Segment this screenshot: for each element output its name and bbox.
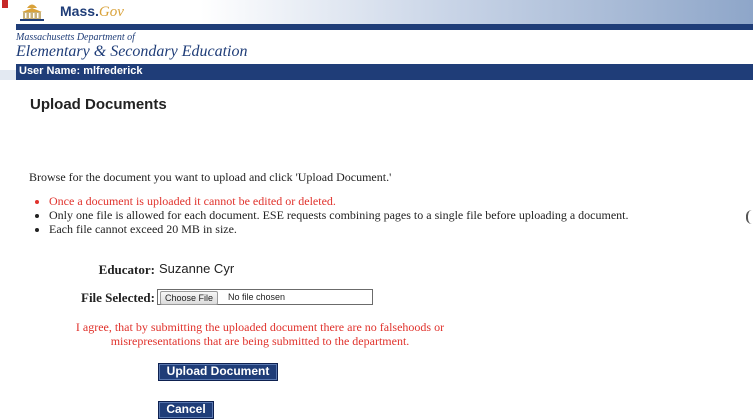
- user-name-label: User Name: mlfrederick: [19, 65, 143, 77]
- upload-document-button[interactable]: Upload Document: [158, 363, 278, 381]
- right-edge-fragment: [746, 210, 753, 224]
- department-banner: Massachusetts Department of Elementary &…: [16, 30, 753, 64]
- dept-name-line2: Elementary & Secondary Education: [16, 43, 248, 60]
- mass-gov-logo[interactable]: Mass.Gov: [60, 3, 124, 21]
- site-header: Mass.Gov: [16, 0, 753, 30]
- upload-notes-list: Once a document is uploaded it cannot be…: [34, 194, 629, 236]
- file-input[interactable]: Choose File No file chosen: [157, 289, 373, 305]
- educator-value: Suzanne Cyr: [159, 261, 235, 276]
- upload-instructions: Browse for the document you want to uplo…: [29, 170, 392, 184]
- left-edge-strip: [0, 0, 16, 417]
- brand-suffix: Gov: [98, 4, 124, 20]
- no-file-chosen-text: No file chosen: [228, 292, 286, 302]
- dept-name-line1: Massachusetts Department of: [16, 32, 135, 43]
- note-one-file: Only one file is allowed for each docume…: [49, 208, 629, 222]
- brand-main: Mass.: [60, 3, 99, 19]
- file-selected-label: File Selected:: [81, 290, 155, 305]
- left-edge-band: [0, 70, 16, 80]
- state-house-icon: [20, 4, 44, 21]
- page-title: Upload Documents: [30, 96, 167, 113]
- agreement-statement: I agree, that by submitting the uploaded…: [75, 320, 445, 348]
- user-bar: User Name: mlfrederick: [16, 64, 753, 80]
- note-size-limit: Each file cannot exceed 20 MB in size.: [49, 222, 629, 236]
- left-edge-accent: [2, 0, 8, 8]
- note-no-edit: Once a document is uploaded it cannot be…: [49, 194, 629, 208]
- choose-file-button[interactable]: Choose File: [160, 291, 219, 305]
- cancel-button[interactable]: Cancel: [158, 401, 214, 419]
- educator-label: Educator:: [98, 262, 155, 277]
